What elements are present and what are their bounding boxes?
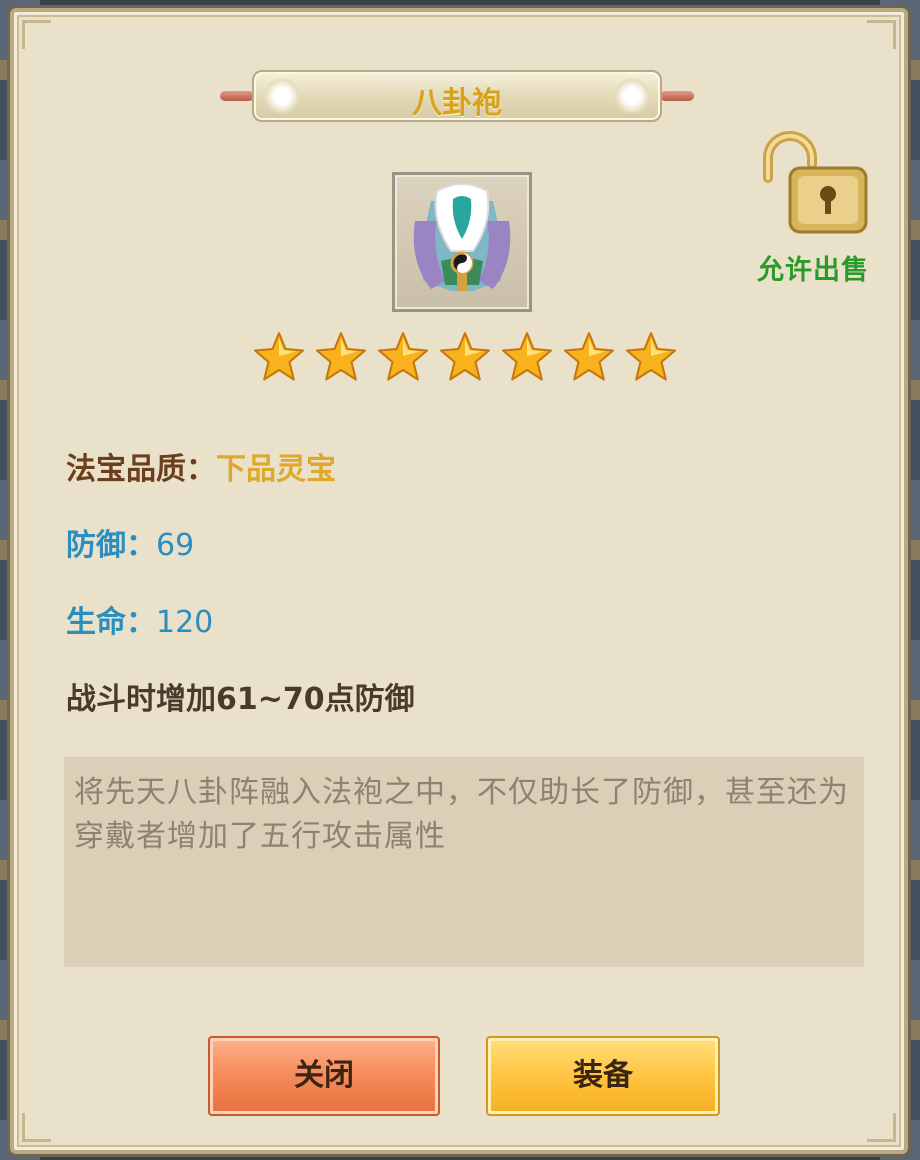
- star-rating: [252, 330, 682, 390]
- star-icon: [564, 332, 614, 381]
- equip-button[interactable]: 装备: [486, 1036, 720, 1116]
- star-icon: [316, 332, 366, 381]
- star-icon: [254, 332, 304, 381]
- defense-value: 69: [156, 528, 195, 563]
- defense-label: 防御：: [66, 528, 156, 563]
- frame-corner: [867, 20, 896, 49]
- hp-value: 120: [156, 605, 214, 640]
- unlocked-padlock-icon: [763, 131, 868, 234]
- defense-row: 防御：69: [66, 520, 194, 564]
- item-title: 八卦袍: [412, 86, 502, 121]
- quality-value: 下品灵宝: [216, 452, 336, 487]
- quality-label: 法宝品质：: [66, 452, 216, 487]
- frame-corner: [867, 1113, 896, 1142]
- quality-row: 法宝品质：下品灵宝: [66, 444, 336, 488]
- star-icon: [440, 332, 490, 381]
- hp-row: 生命：120: [66, 597, 213, 641]
- description-text: 将先天八卦阵融入法袍之中，不仅助长了防御，甚至还为穿戴者增加了五行攻击属性: [74, 775, 849, 854]
- item-icon-frame: [392, 172, 532, 312]
- hp-label: 生命：: [66, 605, 156, 640]
- star-icon: [502, 332, 552, 381]
- allow-sale-label: 允许出售: [757, 255, 869, 286]
- star-icon: [378, 332, 428, 381]
- sell-lock-toggle[interactable]: [750, 128, 870, 238]
- effect-text: 战斗时增加61~70点防御: [66, 682, 415, 717]
- close-button[interactable]: 关闭: [208, 1036, 440, 1116]
- bagua-robe-icon: [413, 183, 511, 291]
- description-box: 将先天八卦阵融入法袍之中，不仅助长了防御，甚至还为穿戴者增加了五行攻击属性: [64, 757, 864, 967]
- frame-corner: [22, 20, 51, 49]
- title-banner: 八卦袍: [220, 66, 694, 126]
- star-icon: [626, 332, 676, 381]
- frame-corner: [22, 1113, 51, 1142]
